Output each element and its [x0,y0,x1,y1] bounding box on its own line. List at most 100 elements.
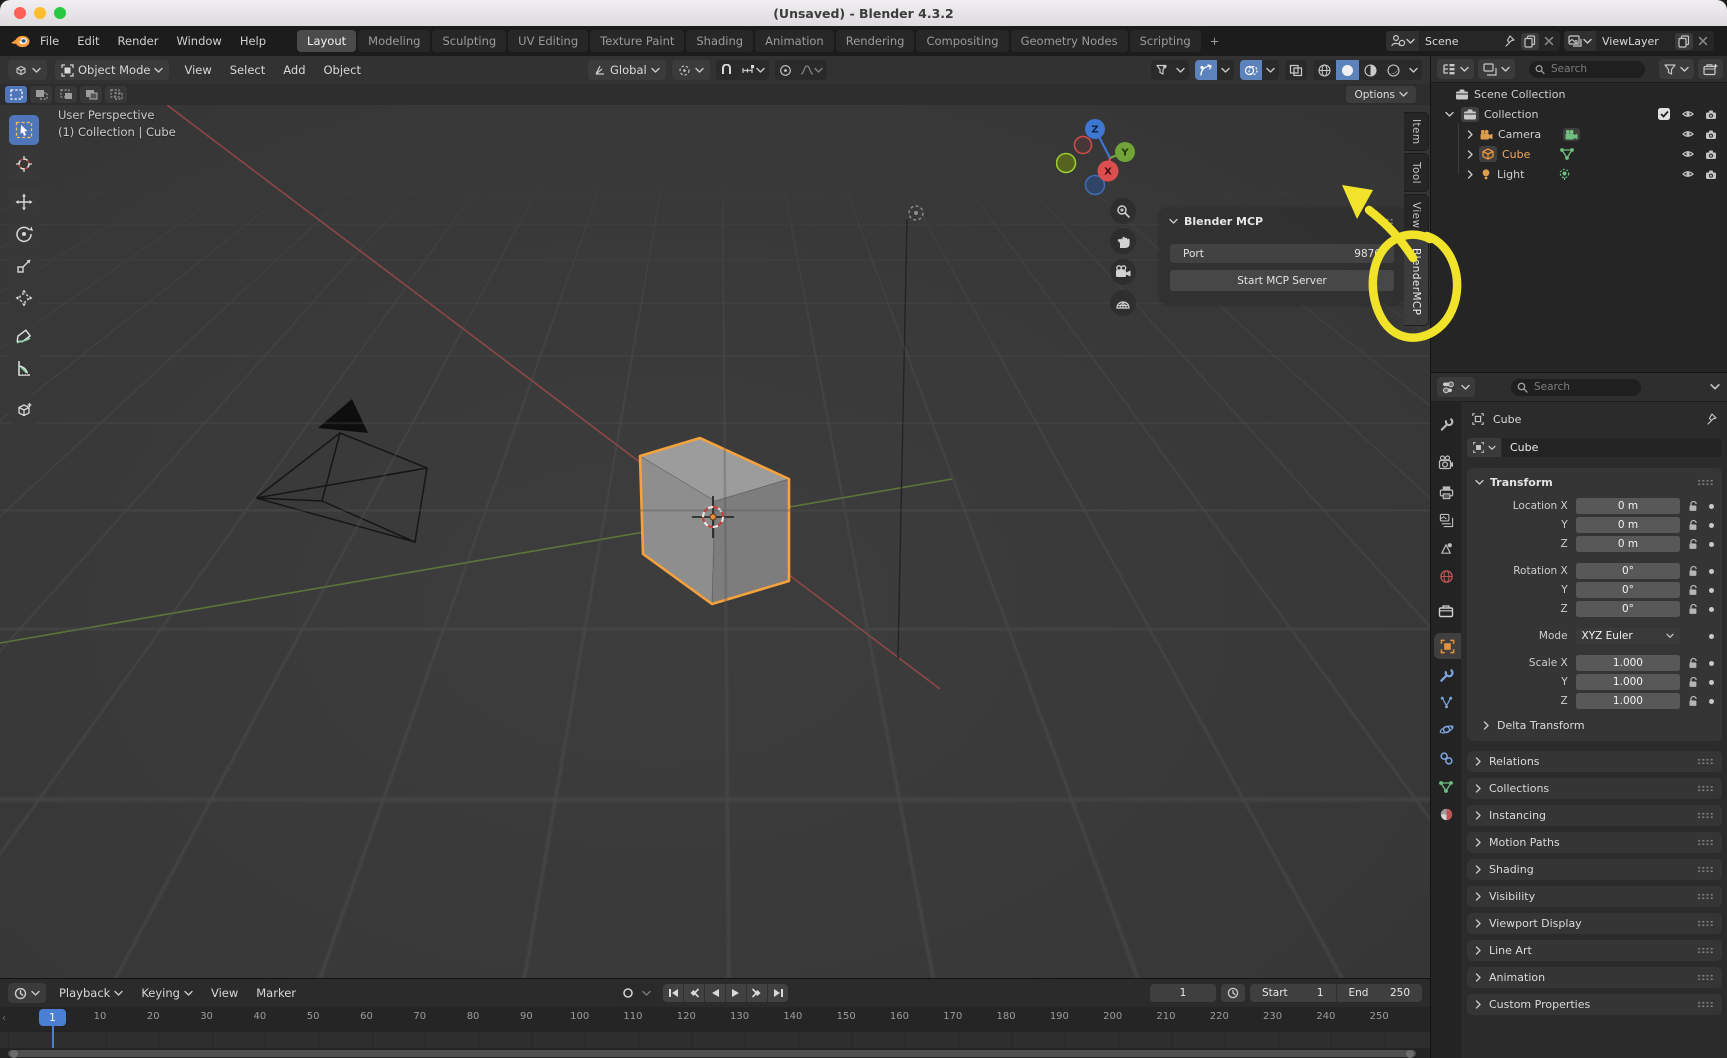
tab-render-properties[interactable] [1431,449,1461,475]
remove-view-layer-icon[interactable] [1698,36,1708,46]
camera-label[interactable]: Camera [1498,128,1541,141]
animate-scale-x-dot[interactable] [1709,661,1714,666]
tool-transform[interactable] [9,283,39,313]
lock-location-z-icon[interactable] [1688,538,1699,550]
snap-to-selector[interactable] [737,60,769,80]
toggle-orthographic-button[interactable] [1110,290,1136,316]
gizmo-axis-y[interactable]: Y [1115,142,1135,162]
location-x-field[interactable]: 0 m [1576,498,1681,514]
workspace-tab-geometry-nodes[interactable]: Geometry Nodes [1011,30,1128,52]
animate-location-z-dot[interactable] [1709,542,1714,547]
outliner-row-collection[interactable]: Collection [1431,104,1727,124]
section-viewport-display[interactable]: Viewport Display [1467,913,1722,934]
cube-render-toggle[interactable] [1703,146,1719,162]
transform-collapse-icon[interactable] [1475,479,1484,486]
timeline-menu-keying[interactable]: Keying [132,986,202,1000]
outliner-display-mode-button[interactable] [1437,59,1474,79]
sidebar-tab-tool[interactable]: Tool [1404,153,1429,192]
workspace-tab-modeling[interactable]: Modeling [358,30,430,52]
tab-output-properties[interactable] [1431,479,1461,505]
navigation-gizmo[interactable]: Z Y X [1056,107,1150,203]
camera-render-toggle[interactable] [1703,126,1719,142]
view-layer-selector[interactable]: ViewLayer [1564,31,1714,51]
play-reverse-button[interactable] [705,984,725,1002]
view-layer-browse-icon[interactable] [1564,31,1596,51]
section-relations[interactable]: Relations [1467,751,1722,772]
tab-view-layer-properties[interactable] [1431,507,1461,533]
options-dropdown[interactable]: Options [1346,86,1416,103]
timeline-menu-view[interactable]: View [202,986,247,1000]
camera-object[interactable] [256,399,427,542]
tool-cursor[interactable] [9,149,39,179]
tab-constraint-properties[interactable] [1431,745,1461,771]
workspace-tab-uv-editing[interactable]: UV Editing [508,30,588,52]
animate-location-y-dot[interactable] [1709,523,1714,528]
overlays-dropdown[interactable] [1262,60,1279,80]
animate-rotation-y-dot[interactable] [1709,588,1714,593]
pan-view-button[interactable] [1110,228,1136,254]
properties-editor-type-button[interactable] [1437,377,1475,397]
collection-checkbox[interactable] [1656,106,1672,122]
tab-collection-properties[interactable] [1431,598,1461,624]
outliner-row-scene-collection[interactable]: Scene Collection [1431,84,1727,104]
rotation-y-field[interactable]: 0° [1576,582,1681,598]
timeline-menu-playback[interactable]: Playback [50,986,132,1000]
lock-location-y-icon[interactable] [1688,519,1699,531]
pin-scene-icon[interactable] [1504,35,1516,47]
snap-toggle[interactable] [716,60,737,80]
workspace-tab-shading[interactable]: Shading [686,30,753,52]
transform-grip[interactable] [1697,479,1714,486]
pin-id-icon[interactable] [1706,413,1718,425]
view-layer-name[interactable]: ViewLayer [1596,35,1665,48]
workspace-tab-texture-paint[interactable]: Texture Paint [590,30,684,52]
scrollbar-right-handle[interactable] [1406,1050,1414,1058]
lock-scale-x-icon[interactable] [1688,657,1699,669]
camera-hide-toggle[interactable] [1680,126,1696,142]
menu-edit[interactable]: Edit [68,32,108,50]
panel-grip[interactable] [1377,218,1394,225]
animate-mode-dot[interactable] [1709,634,1714,639]
cube-object[interactable] [640,438,789,604]
scale-y-field[interactable]: 1.000 [1576,674,1681,690]
viewport-canvas[interactable]: User Perspective (1) Collection | Cube [0,105,1430,978]
jump-to-start-button[interactable] [663,984,683,1002]
lock-scale-y-icon[interactable] [1688,676,1699,688]
workspace-tab-rendering[interactable]: Rendering [836,30,915,52]
new-scene-button[interactable] [1521,33,1539,50]
outliner-search[interactable] [1529,61,1645,78]
add-workspace-button[interactable]: + [1203,30,1227,52]
lock-rotation-x-icon[interactable] [1688,565,1699,577]
timeline-editor-type-button[interactable] [8,983,46,1003]
lock-scale-z-icon[interactable] [1688,695,1699,707]
sidebar-tab-view[interactable]: View [1404,194,1429,236]
section-motion-paths[interactable]: Motion Paths [1467,832,1722,853]
properties-search[interactable] [1511,379,1641,396]
rotation-mode-dropdown[interactable]: XYZ Euler [1576,628,1681,644]
start-frame-field[interactable]: Start 1 [1250,987,1336,999]
cube-hide-toggle[interactable] [1680,146,1696,162]
scene-browse-icon[interactable] [1386,31,1419,51]
show-gizmo-toggle[interactable] [1195,60,1217,80]
light-label[interactable]: Light [1497,168,1524,181]
blender-logo-icon[interactable] [10,33,31,49]
gizmo-dropdown[interactable] [1217,60,1234,80]
location-z-field[interactable]: 0 m [1576,536,1681,552]
rotation-x-field[interactable]: 0° [1576,563,1681,579]
tab-world-properties[interactable] [1431,563,1461,589]
tab-material-properties[interactable] [1431,801,1461,827]
animate-rotation-x-dot[interactable] [1709,569,1714,574]
shading-dropdown[interactable] [1405,60,1422,80]
timeline-menu-marker[interactable]: Marker [247,986,305,1000]
section-custom-properties[interactable]: Custom Properties [1467,994,1722,1015]
section-visibility[interactable]: Visibility [1467,886,1722,907]
camera-expand-icon[interactable] [1467,130,1474,139]
shading-solid-button[interactable] [1336,60,1359,80]
auto-keying-dropdown[interactable] [638,983,655,1003]
tool-scale[interactable] [9,251,39,281]
outliner-row-cube[interactable]: Cube [1431,144,1727,164]
light-hide-toggle[interactable] [1680,166,1696,182]
light-object[interactable] [909,206,923,220]
editor-type-button[interactable] [8,60,47,80]
timeline-track[interactable] [0,1031,1430,1049]
rotation-z-field[interactable]: 0° [1576,601,1681,617]
